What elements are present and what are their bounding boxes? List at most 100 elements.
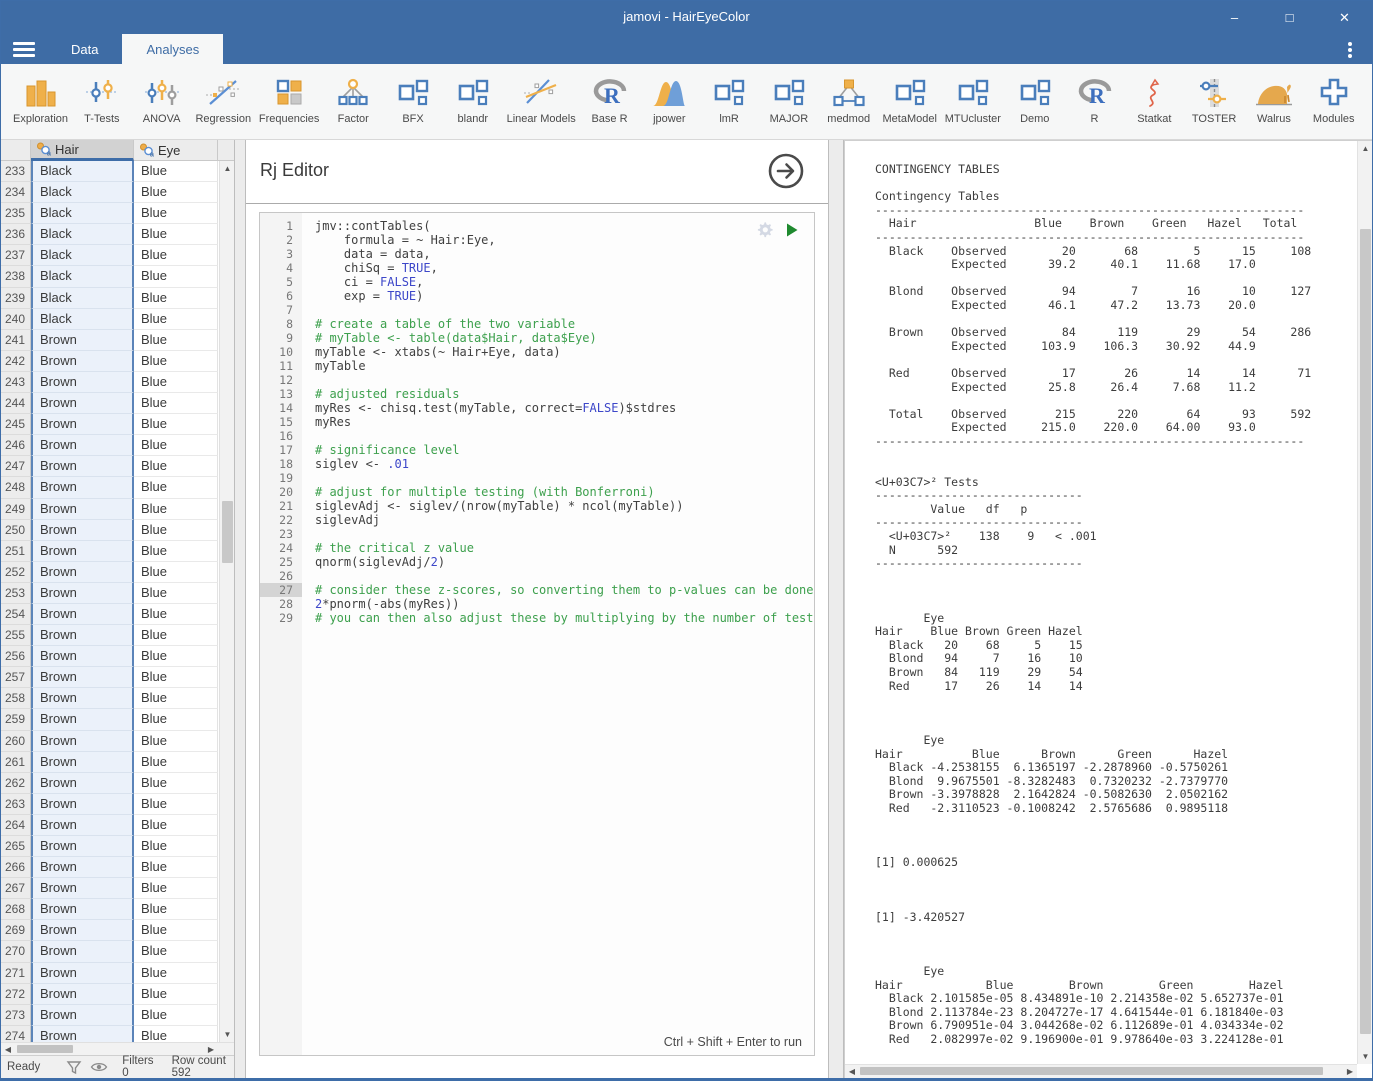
eye-cell[interactable]: Blue (134, 583, 218, 604)
eye-visibility-icon[interactable] (90, 1061, 108, 1073)
eye-cell[interactable]: Blue (134, 224, 218, 245)
row-number-cell[interactable]: 274 (1, 1026, 31, 1042)
scroll-right-icon[interactable]: ▶ (1343, 1065, 1357, 1077)
scroll-thumb[interactable] (1360, 229, 1371, 1034)
row-number-cell[interactable]: 271 (1, 963, 31, 984)
hair-cell[interactable]: Brown (31, 984, 134, 1005)
eye-cell[interactable]: Blue (134, 646, 218, 667)
eye-cell[interactable]: Blue (134, 456, 218, 477)
hair-cell[interactable]: Black (31, 288, 134, 309)
row-number-cell[interactable]: 251 (1, 541, 31, 562)
hair-cell[interactable]: Black (31, 309, 134, 330)
row-number-cell[interactable]: 265 (1, 836, 31, 857)
eye-cell[interactable]: Blue (134, 1026, 218, 1042)
ribbon-item-r[interactable]: RR (1069, 74, 1121, 125)
ribbon-item-factor[interactable]: Factor (327, 74, 379, 125)
eye-cell[interactable]: Blue (134, 330, 218, 351)
hair-cell[interactable]: Brown (31, 1005, 134, 1026)
row-number-cell[interactable]: 262 (1, 773, 31, 794)
row-number-cell[interactable]: 243 (1, 372, 31, 393)
hair-cell[interactable]: Brown (31, 878, 134, 899)
eye-cell[interactable]: Blue (134, 857, 218, 878)
ribbon-item-jpower[interactable]: jpower (643, 74, 695, 125)
row-number-cell[interactable]: 238 (1, 266, 31, 287)
gear-icon[interactable] (756, 221, 774, 239)
row-number-cell[interactable]: 273 (1, 1005, 31, 1026)
column-header-hair[interactable]: a Hair (31, 140, 134, 161)
eye-cell[interactable]: Blue (134, 393, 218, 414)
ribbon-item-mtucluster[interactable]: MTUcluster (945, 74, 1001, 125)
eye-cell[interactable]: Blue (134, 288, 218, 309)
ribbon-item-linear-models[interactable]: Linear Models (507, 74, 576, 125)
row-number-cell[interactable]: 259 (1, 709, 31, 730)
ribbon-item-t-tests[interactable]: T-Tests (76, 74, 128, 125)
eye-cell[interactable]: Blue (134, 878, 218, 899)
data-vertical-scrollbar[interactable]: ▲ ▼ (219, 161, 234, 1042)
row-number-cell[interactable]: 272 (1, 984, 31, 1005)
eye-cell[interactable]: Blue (134, 604, 218, 625)
hair-cell[interactable]: Brown (31, 456, 134, 477)
eye-cell[interactable]: Blue (134, 815, 218, 836)
row-number-cell[interactable]: 246 (1, 435, 31, 456)
ribbon-item-exploration[interactable]: Exploration (13, 74, 68, 125)
row-number-cell[interactable]: 266 (1, 857, 31, 878)
scroll-up-icon[interactable]: ▲ (1358, 141, 1372, 156)
eye-cell[interactable]: Blue (134, 794, 218, 815)
ribbon-item-toster[interactable]: TOSTER (1188, 74, 1240, 125)
row-number-cell[interactable]: 260 (1, 731, 31, 752)
output-vertical-scrollbar[interactable]: ▲ ▼ (1357, 141, 1372, 1064)
row-number-cell[interactable]: 236 (1, 224, 31, 245)
row-number-cell[interactable]: 264 (1, 815, 31, 836)
ribbon-item-statkat[interactable]: Statkat (1128, 74, 1180, 125)
scroll-thumb[interactable] (860, 1067, 1323, 1075)
eye-cell[interactable]: Blue (134, 899, 218, 920)
code-text-area[interactable]: jmv::contTables( formula = ~ Hair:Eye, d… (302, 213, 814, 1055)
ribbon-item-frequencies[interactable]: Frequencies (259, 74, 320, 125)
eye-cell[interactable]: Blue (134, 625, 218, 646)
column-header-eye[interactable]: a Eye (134, 140, 218, 160)
data-horizontal-scrollbar[interactable]: ◀ ▶ (1, 1042, 234, 1055)
hair-cell[interactable]: Brown (31, 688, 134, 709)
row-number-cell[interactable]: 267 (1, 878, 31, 899)
row-number-cell[interactable]: 257 (1, 667, 31, 688)
hair-cell[interactable]: Brown (31, 857, 134, 878)
eye-cell[interactable]: Blue (134, 709, 218, 730)
eye-cell[interactable]: Blue (134, 920, 218, 941)
row-number-cell[interactable]: 239 (1, 288, 31, 309)
eye-cell[interactable]: Blue (134, 309, 218, 330)
row-number-cell[interactable]: 237 (1, 245, 31, 266)
eye-cell[interactable]: Blue (134, 203, 218, 224)
row-number-cell[interactable]: 233 (1, 161, 31, 182)
row-number-cell[interactable]: 268 (1, 899, 31, 920)
eye-cell[interactable]: Blue (134, 688, 218, 709)
eye-cell[interactable]: Blue (134, 161, 218, 182)
ribbon-item-medmod[interactable]: medmod (823, 74, 875, 125)
row-number-cell[interactable]: 247 (1, 456, 31, 477)
ribbon-item-demo[interactable]: Demo (1009, 74, 1061, 125)
hair-cell[interactable]: Brown (31, 836, 134, 857)
ribbon-item-base-r[interactable]: RBase R (584, 74, 636, 125)
close-button[interactable]: ✕ (1317, 1, 1372, 34)
hair-cell[interactable]: Black (31, 203, 134, 224)
minimize-button[interactable]: – (1207, 1, 1262, 34)
eye-cell[interactable]: Blue (134, 499, 218, 520)
maximize-button[interactable]: □ (1262, 1, 1317, 34)
eye-cell[interactable]: Blue (134, 520, 218, 541)
eye-cell[interactable]: Blue (134, 541, 218, 562)
eye-cell[interactable]: Blue (134, 731, 218, 752)
hair-cell[interactable]: Brown (31, 541, 134, 562)
eye-cell[interactable]: Blue (134, 1005, 218, 1026)
ribbon-item-regression[interactable]: Regression (195, 74, 251, 125)
scroll-left-icon[interactable]: ◀ (845, 1065, 859, 1077)
row-number-cell[interactable]: 263 (1, 794, 31, 815)
hair-cell[interactable]: Brown (31, 899, 134, 920)
hair-cell[interactable]: Brown (31, 477, 134, 498)
hair-cell[interactable]: Brown (31, 773, 134, 794)
row-number-cell[interactable]: 250 (1, 520, 31, 541)
panel-splitter[interactable] (828, 140, 844, 1078)
row-number-cell[interactable]: 270 (1, 941, 31, 962)
row-number-cell[interactable]: 261 (1, 752, 31, 773)
eye-cell[interactable]: Blue (134, 562, 218, 583)
hair-cell[interactable]: Black (31, 224, 134, 245)
hair-cell[interactable]: Brown (31, 583, 134, 604)
